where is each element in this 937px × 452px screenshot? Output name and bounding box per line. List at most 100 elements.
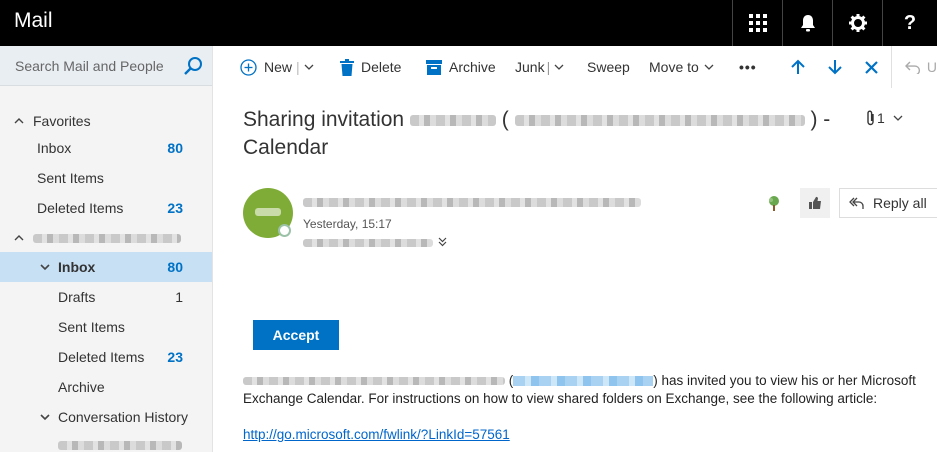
search-input[interactable]: Search Mail and People bbox=[15, 58, 164, 74]
redacted-email[interactable] bbox=[513, 376, 654, 387]
command-bar: New | Delete Archive Junk | Sweep Move t… bbox=[213, 46, 937, 88]
attachment-indicator[interactable]: 1 bbox=[866, 110, 903, 126]
folder-label: Sent Items bbox=[37, 170, 104, 186]
sweep-label: Sweep bbox=[587, 59, 630, 75]
redacted-folder-name bbox=[58, 441, 182, 450]
close-item-button[interactable] bbox=[865, 46, 878, 88]
avatar-initials-redacted bbox=[255, 208, 281, 216]
move-to-button[interactable]: Move to bbox=[649, 46, 714, 88]
chevron-down-icon bbox=[40, 414, 50, 421]
app-launcher-icon bbox=[748, 14, 767, 32]
redacted-account-name bbox=[33, 234, 181, 243]
favorite-item-sent-items[interactable]: Sent Items bbox=[0, 163, 212, 193]
search-box[interactable]: Search Mail and People bbox=[0, 46, 212, 86]
folder-item-redacted[interactable] bbox=[0, 431, 212, 452]
presence-status-icon bbox=[278, 224, 291, 237]
message-subject: Sharing invitation ( ) - Calendar bbox=[243, 106, 863, 162]
subject-paren-open: ( bbox=[501, 108, 509, 131]
account-header[interactable] bbox=[0, 223, 212, 253]
sweep-button[interactable]: Sweep bbox=[587, 46, 630, 88]
folder-pane: Search Mail and People Favorites Inbox 8… bbox=[0, 46, 213, 452]
gear-icon bbox=[848, 14, 867, 32]
chevron-down-icon bbox=[704, 64, 714, 70]
thumbs-up-icon bbox=[809, 196, 821, 209]
junk-label: Junk bbox=[515, 59, 545, 75]
next-item-button[interactable] bbox=[828, 46, 842, 88]
archive-button[interactable]: Archive bbox=[426, 46, 496, 88]
folder-item-archive[interactable]: Archive bbox=[0, 372, 212, 402]
folder-label: Conversation History bbox=[58, 409, 188, 425]
tree-icon[interactable] bbox=[767, 195, 781, 211]
app-title[interactable]: Mail bbox=[14, 9, 53, 33]
folder-label: Archive bbox=[58, 379, 105, 395]
arrow-up-icon bbox=[791, 59, 805, 74]
folder-item-drafts[interactable]: Drafts 1 bbox=[0, 282, 212, 312]
favorite-item-inbox[interactable]: Inbox 80 bbox=[0, 133, 212, 163]
chevron-down-icon[interactable] bbox=[304, 64, 314, 71]
search-icon[interactable] bbox=[183, 56, 203, 76]
more-actions-button[interactable]: ••• bbox=[739, 46, 757, 88]
folder-label: Drafts bbox=[58, 289, 96, 305]
bell-icon bbox=[800, 15, 815, 32]
subject-text: Sharing invitation bbox=[243, 108, 405, 131]
previous-item-button[interactable] bbox=[791, 46, 805, 88]
plus-circle-icon bbox=[240, 58, 257, 76]
archive-label: Archive bbox=[449, 59, 496, 75]
notifications-button[interactable] bbox=[782, 0, 832, 46]
accept-button[interactable]: Accept bbox=[253, 320, 339, 350]
body-invite-text: ) has invited you to view his or her Mic… bbox=[653, 373, 916, 388]
chevron-down-icon[interactable] bbox=[554, 64, 564, 71]
subject-paren-close: ) - bbox=[810, 108, 831, 131]
redacted-text bbox=[243, 377, 505, 385]
reply-all-button[interactable]: Reply all bbox=[839, 188, 937, 218]
folder-item-conversation-history[interactable]: Conversation History bbox=[0, 402, 212, 432]
body-line2: Exchange Calendar. For instructions on h… bbox=[243, 391, 878, 406]
item-count: 1 bbox=[175, 289, 183, 305]
redacted-text bbox=[409, 114, 496, 126]
folder-item-sent-items[interactable]: Sent Items bbox=[0, 312, 212, 342]
subject-text-line2: Calendar bbox=[243, 136, 329, 159]
undo-button[interactable]: U bbox=[891, 46, 937, 88]
unread-count: 80 bbox=[167, 140, 183, 156]
delete-button[interactable]: Delete bbox=[340, 46, 401, 88]
delete-label: Delete bbox=[361, 59, 402, 75]
undo-icon bbox=[905, 61, 921, 74]
chevron-down-icon bbox=[40, 264, 50, 271]
reply-all-label: Reply all bbox=[873, 195, 927, 211]
move-to-label: Move to bbox=[649, 59, 699, 75]
close-icon bbox=[865, 60, 878, 74]
sender-name-redacted[interactable] bbox=[303, 198, 641, 207]
folder-label: Inbox bbox=[58, 259, 96, 275]
favorites-header[interactable]: Favorites bbox=[0, 106, 212, 136]
folder-label: Deleted Items bbox=[37, 200, 124, 216]
chevron-down-icon[interactable] bbox=[438, 237, 447, 247]
recipient-redacted[interactable] bbox=[303, 239, 433, 247]
top-bar: Mail ? bbox=[0, 0, 937, 46]
arrow-down-icon bbox=[828, 60, 842, 75]
unread-count: 23 bbox=[167, 349, 183, 365]
favorites-label: Favorites bbox=[33, 113, 91, 129]
app-launcher-button[interactable] bbox=[732, 0, 782, 46]
new-button[interactable]: New | bbox=[240, 46, 314, 88]
junk-button[interactable]: Junk | bbox=[515, 46, 564, 88]
settings-button[interactable] bbox=[832, 0, 882, 46]
help-button[interactable]: ? bbox=[882, 0, 937, 46]
folder-label: Sent Items bbox=[58, 319, 125, 335]
chevron-down-icon bbox=[893, 115, 903, 121]
like-button[interactable] bbox=[800, 188, 830, 218]
chevron-up-icon bbox=[14, 235, 24, 241]
redacted-text bbox=[514, 114, 805, 126]
help-article-link[interactable]: http://go.microsoft.com/fwlink/?LinkId=5… bbox=[243, 427, 510, 442]
paperclip-icon bbox=[867, 110, 874, 126]
attachment-count: 1 bbox=[877, 110, 885, 126]
reply-all-icon bbox=[849, 197, 864, 209]
new-label: New bbox=[264, 59, 293, 75]
folder-label: Inbox bbox=[37, 140, 72, 156]
archive-icon bbox=[426, 59, 442, 75]
help-icon: ? bbox=[903, 11, 917, 34]
favorite-item-deleted-items[interactable]: Deleted Items 23 bbox=[0, 193, 212, 223]
folder-item-inbox[interactable]: Inbox 80 bbox=[0, 252, 212, 282]
trash-icon bbox=[340, 58, 354, 76]
chevron-up-icon bbox=[14, 118, 24, 124]
folder-item-deleted-items[interactable]: Deleted Items 23 bbox=[0, 342, 212, 372]
